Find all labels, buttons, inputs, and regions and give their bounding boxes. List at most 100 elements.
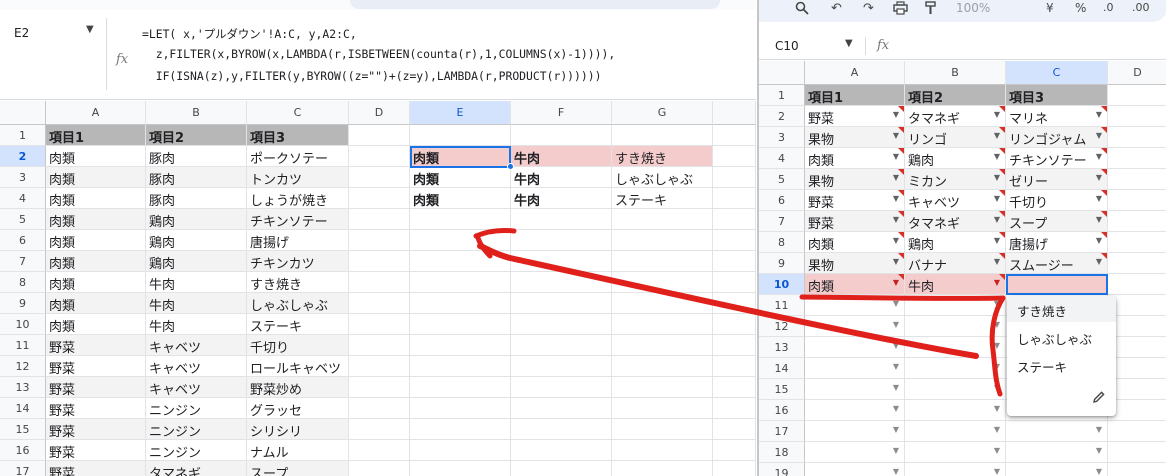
cell[interactable] <box>713 125 756 146</box>
column-header[interactable]: D <box>1108 61 1166 85</box>
dropdown-caret-icon[interactable]: ▼ <box>994 467 1000 476</box>
cell[interactable] <box>349 377 410 398</box>
search-icon[interactable] <box>795 1 809 19</box>
fill-handle[interactable] <box>507 163 514 170</box>
cell[interactable] <box>511 440 612 461</box>
row-header[interactable]: 10 <box>759 274 805 295</box>
dropdown-cell[interactable]: 項目1 <box>805 85 905 106</box>
dropdown-cell[interactable]: リンゴ ▼ <box>905 127 1006 148</box>
row-header[interactable]: 5 <box>759 169 805 190</box>
dropdown-caret-icon[interactable]: ▼ <box>893 425 899 434</box>
cell[interactable] <box>410 293 511 314</box>
currency-format-icon[interactable]: ¥ <box>1046 1 1054 15</box>
cell[interactable]: 牛肉 <box>511 167 612 188</box>
cell[interactable] <box>1108 127 1166 148</box>
cell[interactable] <box>612 398 713 419</box>
cell[interactable]: ナムル <box>247 440 349 461</box>
row-header[interactable]: 12 <box>759 316 805 337</box>
cell[interactable] <box>349 461 410 476</box>
row-header[interactable]: 11 <box>0 335 46 356</box>
dropdown-cell[interactable]: ▼ <box>805 421 905 442</box>
dropdown-caret-icon[interactable]: ▼ <box>994 446 1000 455</box>
row-header[interactable]: 15 <box>0 419 46 440</box>
cell[interactable]: ニンジン <box>146 440 247 461</box>
cell[interactable] <box>612 377 713 398</box>
dropdown-cell[interactable]: ▼ <box>905 421 1006 442</box>
cell[interactable]: グラッセ <box>247 398 349 419</box>
cell[interactable] <box>410 125 511 146</box>
dropdown-caret-icon[interactable]: ▼ <box>893 362 899 371</box>
cell[interactable]: シリシリ <box>247 419 349 440</box>
column-header[interactable]: F <box>511 101 612 125</box>
cell[interactable] <box>1108 106 1166 127</box>
cell[interactable] <box>713 440 756 461</box>
dropdown-caret-icon[interactable]: ▼ <box>893 341 899 350</box>
cell[interactable] <box>410 272 511 293</box>
dropdown-cell[interactable]: タマネギ ▼ <box>905 211 1006 232</box>
cell[interactable] <box>612 356 713 377</box>
cell[interactable] <box>511 230 612 251</box>
cell[interactable]: 肉類 <box>46 146 146 167</box>
cell[interactable]: スープ <box>247 461 349 476</box>
dropdown-cell[interactable]: 果物 ▼ <box>805 253 905 274</box>
cell[interactable] <box>410 209 511 230</box>
column-header[interactable]: B <box>146 101 247 125</box>
cell[interactable] <box>349 419 410 440</box>
cell[interactable] <box>349 146 410 167</box>
dropdown-caret-icon[interactable]: ▼ <box>893 467 899 476</box>
cell[interactable] <box>1108 295 1166 316</box>
cell[interactable]: 牛肉 <box>146 314 247 335</box>
row-header[interactable]: 15 <box>759 379 805 400</box>
cell[interactable] <box>1108 85 1166 106</box>
dropdown-cell[interactable]: ミカン ▼ <box>905 169 1006 190</box>
cell[interactable] <box>713 293 756 314</box>
cell[interactable] <box>1108 442 1166 463</box>
dropdown-cell[interactable]: ゼリー ▼ <box>1006 169 1108 190</box>
cell[interactable] <box>410 356 511 377</box>
cell[interactable]: 項目1 <box>46 125 146 146</box>
cell[interactable] <box>713 314 756 335</box>
cell[interactable] <box>713 251 756 272</box>
dropdown-caret-icon[interactable]: ▼ <box>1096 467 1102 476</box>
row-header[interactable]: 4 <box>759 148 805 169</box>
dropdown-cell[interactable]: 鶏肉 ▼ <box>905 232 1006 253</box>
cell[interactable] <box>612 209 713 230</box>
right-name-box-caret-icon[interactable]: ▼ <box>845 38 853 49</box>
dropdown-cell[interactable]: マリネ ▼ <box>1006 106 1108 127</box>
cell[interactable] <box>713 335 756 356</box>
cell[interactable] <box>713 356 756 377</box>
dropdown-cell[interactable]: ▼ <box>905 463 1006 476</box>
left-name-box[interactable]: E2 <box>14 26 29 40</box>
dropdown-cell[interactable]: キャベツ ▼ <box>905 190 1006 211</box>
pencil-icon[interactable] <box>1092 390 1106 408</box>
cell[interactable] <box>713 419 756 440</box>
cell[interactable] <box>612 272 713 293</box>
cell[interactable] <box>713 272 756 293</box>
cell[interactable]: 鶏肉 <box>146 209 247 230</box>
cell[interactable] <box>1108 316 1166 337</box>
cell[interactable] <box>713 398 756 419</box>
cell[interactable]: 肉類 <box>46 188 146 209</box>
cell[interactable]: 肉類 <box>46 251 146 272</box>
cell[interactable]: 肉類 <box>46 314 146 335</box>
column-header[interactable]: D <box>349 101 410 125</box>
cell[interactable]: キャベツ <box>146 335 247 356</box>
cell[interactable]: 豚肉 <box>146 167 247 188</box>
cell[interactable] <box>511 356 612 377</box>
row-header[interactable]: 9 <box>759 253 805 274</box>
row-header[interactable]: 8 <box>0 272 46 293</box>
dropdown-cell[interactable]: 野菜 ▼ <box>805 211 905 232</box>
cell[interactable] <box>1108 337 1166 358</box>
cell[interactable]: すき焼き <box>247 272 349 293</box>
cell[interactable] <box>713 146 756 167</box>
dropdown-cell[interactable]: 野菜 ▼ <box>805 106 905 127</box>
dropdown-caret-icon[interactable]: ▼ <box>1096 446 1102 455</box>
cell[interactable]: 豚肉 <box>146 188 247 209</box>
column-header[interactable]: C <box>1006 61 1108 85</box>
active-dropdown-cell[interactable] <box>1006 274 1108 295</box>
cell[interactable]: チキンソテー <box>247 209 349 230</box>
cell[interactable]: しゃぶしゃぶ <box>247 293 349 314</box>
cell[interactable] <box>349 167 410 188</box>
row-header[interactable]: 7 <box>759 211 805 232</box>
dropdown-caret-icon[interactable]: ▼ <box>994 299 1000 308</box>
